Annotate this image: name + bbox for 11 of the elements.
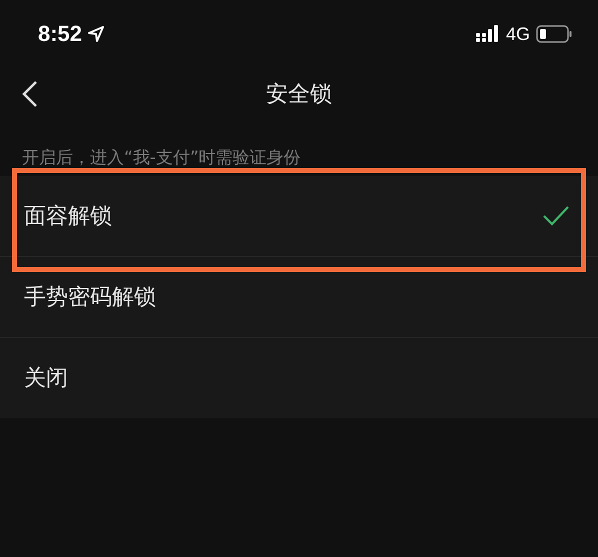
back-icon[interactable] <box>22 80 38 108</box>
battery-icon <box>536 25 572 43</box>
network-label: 4G <box>506 24 530 44</box>
location-arrow-icon <box>88 26 104 42</box>
page-title: 安全锁 <box>266 81 332 109</box>
status-time: 8:52 <box>38 21 82 47</box>
hint-text: 开启后，进入“我-支付”时需验证身份 <box>21 147 302 170</box>
option-item[interactable]: 面容解锁 <box>24 201 112 231</box>
signal-icon <box>476 25 500 43</box>
option-item[interactable]: 关闭 <box>24 363 68 393</box>
option-item[interactable]: 手势密码解锁 <box>24 282 156 312</box>
